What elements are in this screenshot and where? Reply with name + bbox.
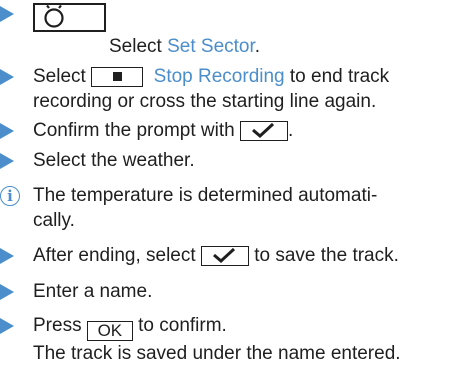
step-text: Press xyxy=(33,315,87,336)
info-note-line1: The temperature is determined automati- xyxy=(33,185,378,206)
step-arrow-icon xyxy=(0,123,14,139)
step-confirm-prompt: Confirm the prompt with . xyxy=(0,118,456,144)
step-text: Select xyxy=(109,36,168,57)
info-note-line2: cally. xyxy=(33,210,75,231)
checkmark-icon xyxy=(239,121,288,141)
step-select-weather: Select the weather. xyxy=(0,148,456,174)
step-set-sector: Select Set Sector. xyxy=(0,0,456,60)
step-text-end: to save the track. xyxy=(248,245,399,266)
step-arrow-icon xyxy=(0,248,14,264)
step-result-text: The track is saved under the name entere… xyxy=(33,343,401,364)
step-arrow-icon xyxy=(0,318,14,334)
ok-button-symbol: OK xyxy=(86,321,133,341)
step-text-line2: recording or cross the starting line aga… xyxy=(33,91,377,112)
info-icon xyxy=(0,184,20,209)
sector-stopwatch-icon xyxy=(33,3,106,32)
step-enter-name: Enter a name. xyxy=(0,279,456,305)
step-text: Confirm the prompt with xyxy=(33,120,240,141)
stop-square-icon xyxy=(91,67,144,87)
step-arrow-icon xyxy=(0,153,14,169)
info-note-text: The temperature is determined automati- … xyxy=(33,183,456,233)
step-text-end: to confirm. xyxy=(132,315,227,336)
stop-recording-link: Stop Recording xyxy=(153,66,285,87)
step-arrow-icon xyxy=(0,6,14,22)
step-text-end: . xyxy=(254,36,261,57)
step-save-track: After ending, select to save the track. xyxy=(0,243,456,269)
step-arrow-icon xyxy=(0,69,14,85)
step-stop-recording-text: Select Stop Recording to end track recor… xyxy=(33,64,456,114)
step-arrow-icon xyxy=(0,284,14,300)
step-set-sector-text: Select Set Sector. xyxy=(109,34,456,59)
step-text: to end track xyxy=(284,66,390,87)
step-text: Select xyxy=(33,66,92,87)
step-select-weather-text: Select the weather. xyxy=(33,150,195,171)
step-save-track-text: After ending, select to save the track. xyxy=(33,243,456,268)
step-confirm-ok: Press OK to confirm. The track is saved … xyxy=(0,313,456,365)
step-confirm-ok-text: Press OK to confirm. The track is saved … xyxy=(33,313,456,366)
step-text: After ending, select xyxy=(33,245,201,266)
step-text-end: . xyxy=(287,120,294,141)
checkmark-icon xyxy=(200,246,249,266)
step-stop-recording: Select Stop Recording to end track recor… xyxy=(0,64,456,116)
step-confirm-prompt-text: Confirm the prompt with . xyxy=(33,118,456,143)
info-note: The temperature is determined automati- … xyxy=(0,183,456,235)
set-sector-link: Set Sector xyxy=(167,36,255,57)
step-enter-name-text: Enter a name. xyxy=(33,281,153,302)
